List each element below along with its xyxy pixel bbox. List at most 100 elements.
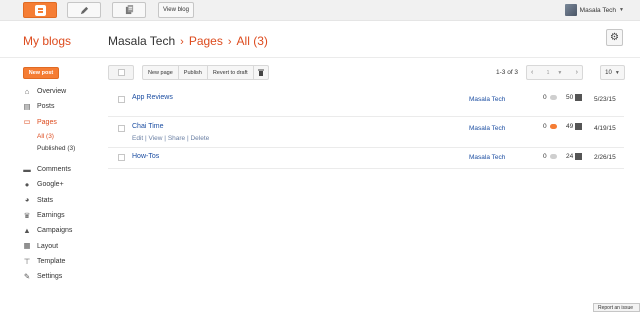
chart-icon <box>575 94 583 101</box>
table-row[interactable]: App Reviews Masala Tech 0 50 5/23/15 <box>108 88 624 117</box>
page-title-link[interactable]: How-Tos <box>132 153 159 160</box>
table-row[interactable]: Chai Time Edit | View | Share | Delete M… <box>108 117 624 148</box>
comment-count-value: 0 <box>543 94 547 101</box>
breadcrumb-section[interactable]: Pages <box>189 34 223 48</box>
trash-icon <box>257 69 264 76</box>
row-actions: Edit | View | Share | Delete <box>132 135 209 142</box>
blog-name-link[interactable]: Masala Tech <box>469 96 505 103</box>
view-count-value: 24 <box>566 153 574 160</box>
next-page-button[interactable]: › <box>576 69 578 76</box>
sidebar-subitem-published[interactable]: Published (3) <box>23 142 103 155</box>
breadcrumb-separator: › <box>227 36 232 48</box>
trash-button[interactable] <box>254 66 268 79</box>
sidebar-item-label: Comments <box>37 166 71 174</box>
sidebar-item-google-plus[interactable]: ● Google+ <box>23 177 103 192</box>
posts-list-button[interactable] <box>112 2 146 18</box>
items-per-page-select[interactable]: 10 ▼ <box>600 65 625 80</box>
chevron-down-icon: ▼ <box>619 7 624 13</box>
new-page-button[interactable]: New page <box>143 66 179 79</box>
pagination-control: ‹ 1 ▼ › <box>526 65 583 80</box>
comment-bubble-icon <box>549 154 557 159</box>
items-per-page-value: 10 <box>605 69 612 76</box>
breadcrumb: Masala Tech › Pages › All (3) <box>108 34 268 48</box>
my-blogs-link[interactable]: My blogs <box>23 34 71 48</box>
stats-icon: ◕ <box>24 195 30 205</box>
gear-icon: ⚙ <box>610 32 619 43</box>
page-date: 5/23/15 <box>594 96 616 103</box>
sidebar-item-label: Posts <box>37 103 55 111</box>
new-post-pencil-button[interactable] <box>67 2 101 18</box>
comment-bubble-icon <box>549 124 557 129</box>
comment-bubble-icon <box>549 95 557 100</box>
sidebar-item-posts[interactable]: ▤ Posts <box>23 99 103 114</box>
account-menu[interactable]: Masala Tech ▼ <box>564 3 624 17</box>
edit-link[interactable]: Edit <box>132 135 143 142</box>
report-issue-button[interactable]: Report an issue <box>593 303 640 312</box>
comment-count[interactable]: 0 <box>543 94 557 101</box>
chart-icon <box>575 153 583 160</box>
delete-link[interactable]: Delete <box>190 135 209 142</box>
breadcrumb-separator: › <box>180 36 184 48</box>
sidebar-item-template[interactable]: ⊤ Template <box>23 254 103 269</box>
publish-button[interactable]: Publish <box>179 66 208 79</box>
template-icon: ⊤ <box>23 256 31 266</box>
blog-name-link[interactable]: Masala Tech <box>469 154 505 161</box>
sidebar-item-label: Google+ <box>37 181 64 189</box>
new-post-button[interactable]: New post <box>23 67 59 79</box>
sidebar-item-label: Earnings <box>37 211 65 219</box>
share-link[interactable]: Share <box>168 135 185 142</box>
blogger-logo-icon <box>34 4 46 16</box>
home-icon: ⌂ <box>24 86 30 96</box>
page-title-link[interactable]: Chai Time <box>132 123 164 130</box>
view-count: 49 <box>566 123 583 130</box>
current-page-number: 1 <box>546 69 550 76</box>
comment-count[interactable]: 0 <box>543 123 557 130</box>
sidebar-item-stats[interactable]: ◕ Stats <box>23 192 103 207</box>
view-blog-button[interactable]: View blog <box>158 2 194 18</box>
page-actions-group: New page Publish Revert to draft <box>142 65 269 80</box>
campaigns-icon: ▲ <box>23 225 31 235</box>
pages-list: App Reviews Masala Tech 0 50 5/23/15 Cha… <box>108 88 624 169</box>
sidebar-item-campaigns[interactable]: ▲ Campaigns <box>23 223 103 238</box>
sidebar-item-comments[interactable]: ▬ Comments <box>23 162 103 177</box>
select-all-checkbox[interactable] <box>108 65 134 80</box>
blog-name-link[interactable]: Masala Tech <box>469 125 505 132</box>
sidebar-item-layout[interactable]: ▦ Layout <box>23 238 103 253</box>
sidebar-item-earnings[interactable]: ♛ Earnings <box>23 208 103 223</box>
previous-page-button[interactable]: ‹ <box>531 69 533 76</box>
row-checkbox[interactable] <box>118 96 125 103</box>
view-count: 50 <box>566 94 583 101</box>
comments-icon: ▬ <box>23 164 31 174</box>
user-name: Masala Tech <box>579 6 617 14</box>
documents-icon <box>125 5 133 15</box>
settings-gear-button[interactable]: ⚙ <box>606 29 623 46</box>
sidebar-subitem-all[interactable]: All (3) <box>23 130 103 143</box>
sidebar-item-label: Settings <box>37 273 63 281</box>
table-row[interactable]: How-Tos Masala Tech 0 24 2/26/15 <box>108 148 624 169</box>
revert-to-draft-button[interactable]: Revert to draft <box>208 66 254 79</box>
row-checkbox[interactable] <box>118 125 125 132</box>
page-title-link[interactable]: App Reviews <box>132 94 173 101</box>
breadcrumb-blog[interactable]: Masala Tech <box>108 34 175 48</box>
google-plus-icon: ● <box>24 180 30 190</box>
sidebar-item-pages[interactable]: ▭ Pages <box>23 115 103 130</box>
comment-count[interactable]: 0 <box>543 153 557 160</box>
pages-toolbar: New page Publish Revert to draft <box>108 65 269 80</box>
row-checkbox[interactable] <box>118 154 125 161</box>
sidebar-item-label: Layout <box>37 242 59 250</box>
sidebar-item-label: Pages <box>37 118 57 126</box>
comment-count-value: 0 <box>543 123 547 130</box>
chevron-down-icon: ▼ <box>614 69 620 76</box>
view-count-value: 50 <box>566 94 574 101</box>
sidebar-item-settings[interactable]: ✎ Settings <box>23 269 103 284</box>
avatar <box>564 4 577 16</box>
sidebar-item-label: Campaigns <box>37 227 73 235</box>
pencil-icon <box>80 6 88 14</box>
blogger-home-button[interactable] <box>23 2 57 18</box>
view-link[interactable]: View <box>149 135 163 142</box>
pagination-range: 1-3 of 3 <box>496 69 519 76</box>
chevron-down-icon[interactable]: ▼ <box>557 70 562 76</box>
sidebar-item-overview[interactable]: ⌂ Overview <box>23 84 103 99</box>
top-bar: View blog Masala Tech ▼ <box>0 0 640 21</box>
posts-icon: ▤ <box>23 102 31 112</box>
